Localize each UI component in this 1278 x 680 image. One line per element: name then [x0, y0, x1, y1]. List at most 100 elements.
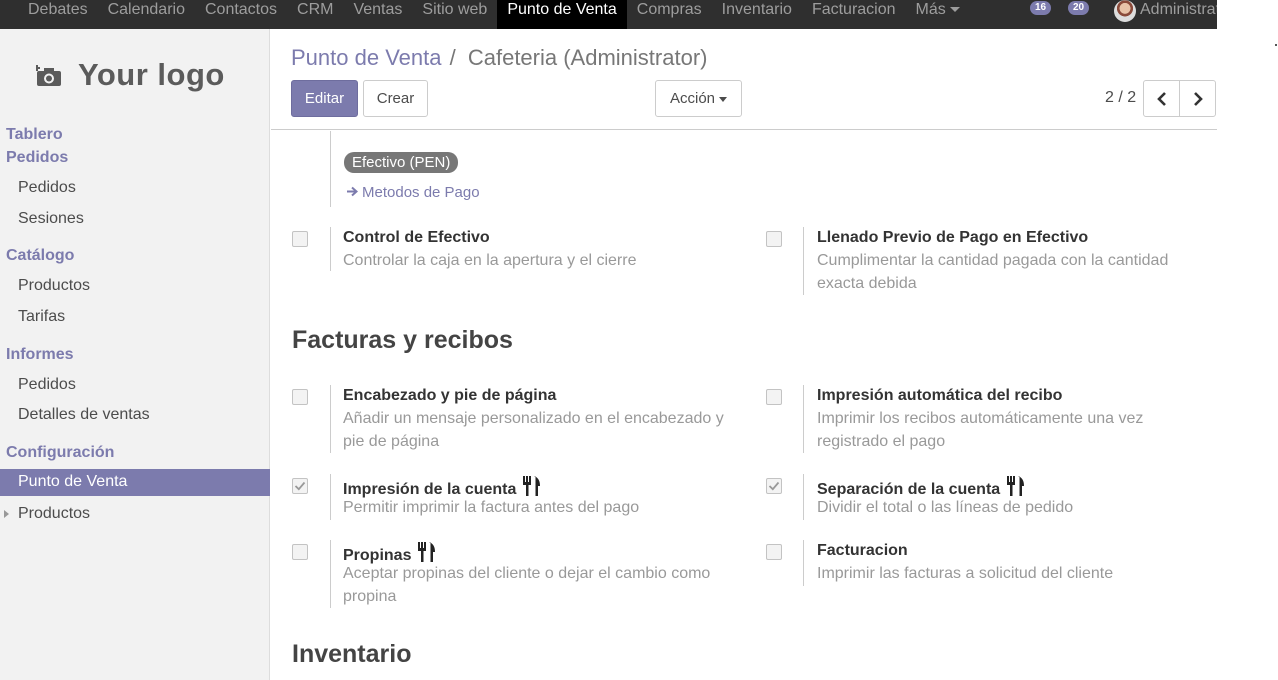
section-title-facturas: Facturas y recibos [292, 326, 513, 354]
cutlery-icon [418, 542, 436, 562]
chevron-left-icon [1157, 92, 1166, 106]
chevron-right-icon [1194, 92, 1203, 106]
checkbox-separacion-cuenta[interactable] [766, 478, 782, 494]
sidebar-heading-configuracion[interactable]: Configuración [6, 444, 114, 462]
option-desc-impresion-cuenta: Permitir imprimir la factura antes del p… [343, 499, 640, 516]
right-blank-area [1217, 0, 1278, 680]
option-desc-llenado-previo: Cumplimentar la cantidad pagada con la c… [817, 252, 1169, 292]
action-label: Acción [669, 90, 716, 107]
pager-next-button[interactable] [1179, 80, 1216, 117]
action-dropdown[interactable]: Acción [655, 80, 742, 117]
app-menu: Debates Calendario Contactos CRM Ventas … [18, 0, 970, 29]
option-title-control-efectivo: Control de Efectivo [343, 229, 490, 246]
logo-text: Your logo [78, 57, 225, 92]
chevron-down-icon [719, 96, 728, 102]
create-button[interactable]: Crear [363, 80, 428, 117]
pager-previous-button[interactable] [1143, 80, 1180, 117]
sidebar-item-pedidos[interactable]: Pedidos [18, 179, 76, 197]
divider [330, 540, 331, 608]
breadcrumb-current: Cafeteria (Administrator) [467, 45, 708, 70]
option-title-encabezado: Encabezado y pie de página [343, 387, 557, 404]
checkbox-control-efectivo[interactable] [292, 231, 308, 247]
checkbox-impresion-cuenta[interactable] [292, 478, 308, 494]
notifications-button[interactable]: 16 [1026, 0, 1056, 20]
divider [803, 540, 804, 586]
sidebar-heading-pedidos[interactable]: Pedidos [6, 149, 68, 167]
menu-calendario[interactable]: Calendario [98, 0, 195, 29]
menu-contactos[interactable]: Contactos [195, 0, 287, 29]
menu-mas[interactable]: Más [906, 0, 970, 29]
option-desc-propinas: Aceptar propinas del cliente o dejar el … [343, 565, 711, 605]
checkbox-impresion-automatica[interactable] [766, 389, 782, 405]
breadcrumb-separator: / [449, 45, 456, 70]
checkbox-llenado-previo[interactable] [766, 231, 782, 247]
company-logo[interactable]: Your logo [32, 55, 246, 109]
checkbox-encabezado[interactable] [292, 389, 308, 405]
top-navbar: Debates Calendario Contactos CRM Ventas … [0, 0, 1217, 29]
menu-punto-de-venta[interactable]: Punto de Venta [497, 0, 627, 29]
breadcrumb: Punto de Venta / Cafeteria (Administrato… [291, 45, 707, 71]
sidebar-item-tablero[interactable]: Tablero [6, 126, 63, 144]
divider [330, 474, 331, 520]
sidebar-item-informe-pedidos[interactable]: Pedidos [18, 376, 76, 394]
breadcrumb-parent[interactable]: Punto de Venta [291, 45, 441, 70]
messages-count: 20 [1068, 1, 1090, 15]
divider [803, 385, 804, 453]
notifications-count: 16 [1030, 1, 1052, 15]
messages-button[interactable]: 20 [1064, 0, 1094, 20]
checkmark-icon [294, 481, 306, 491]
payment-methods-link-label: Metodos de Pago [362, 184, 480, 201]
payment-method-tag: Efectivo (PEN) [344, 152, 459, 173]
arrow-right-icon [347, 186, 359, 197]
sidebar-item-config-productos[interactable]: Productos [18, 505, 90, 523]
stray-mark [1275, 44, 1277, 46]
option-title-facturacion: Facturacion [817, 542, 908, 559]
menu-inventario[interactable]: Inventario [712, 0, 802, 29]
menu-compras[interactable]: Compras [627, 0, 712, 29]
systray: 16 20 Administrator [1026, 0, 1217, 29]
camera-icon [36, 65, 61, 86]
chevron-down-icon [949, 7, 960, 13]
payment-methods-link[interactable]: Metodos de Pago [347, 184, 480, 201]
option-desc-facturacion: Imprimir las facturas a solicitud del cl… [817, 565, 1114, 582]
divider [330, 385, 331, 453]
menu-debates[interactable]: Debates [18, 0, 98, 29]
sidebar: Your logo Tablero Pedidos Pedidos Sesion… [0, 29, 270, 680]
menu-ventas[interactable]: Ventas [343, 0, 412, 29]
sidebar-item-sesiones[interactable]: Sesiones [18, 210, 84, 228]
menu-sitio-web[interactable]: Sitio web [412, 0, 497, 29]
menu-facturacion[interactable]: Facturacion [802, 0, 906, 29]
divider [803, 474, 804, 520]
option-title-impresion-automatica: Impresión automática del recibo [817, 387, 1063, 404]
menu-mas-label: Más [915, 1, 946, 18]
sidebar-item-detalles-ventas[interactable]: Detalles de ventas [18, 406, 150, 424]
divider [330, 227, 331, 271]
control-panel: Punto de Venta / Cafeteria (Administrato… [271, 29, 1217, 130]
divider [803, 227, 804, 295]
option-title-llenado-previo: Llenado Previo de Pago en Efectivo [817, 229, 1089, 246]
option-desc-encabezado: Añadir un mensaje personalizado en el en… [343, 410, 724, 450]
sidebar-item-label: Punto de Venta [18, 473, 128, 490]
form-content: Efectivo (PEN) Metodos de Pago Control d… [271, 131, 1217, 680]
checkmark-icon [768, 481, 780, 491]
edit-button[interactable]: Editar [291, 80, 358, 117]
avatar[interactable] [1114, 0, 1136, 22]
sidebar-heading-catalogo[interactable]: Catálogo [6, 247, 74, 265]
sidebar-heading-informes[interactable]: Informes [6, 346, 74, 364]
menu-crm[interactable]: CRM [287, 0, 343, 29]
pager-value[interactable]: 2 / 2 [1105, 89, 1136, 107]
option-desc-separacion-cuenta: Dividir el total o las líneas de pedido [817, 499, 1074, 516]
option-desc-impresion-automatica: Imprimir los recibos automáticamente una… [817, 410, 1144, 450]
option-desc-control-efectivo: Controlar la caja en la apertura y el ci… [343, 252, 637, 269]
cutlery-icon [1007, 476, 1025, 496]
sidebar-item-tarifas[interactable]: Tarifas [18, 308, 65, 326]
user-menu[interactable]: Administrator [1140, 0, 1217, 20]
divider [330, 131, 331, 207]
caret-right-icon [4, 510, 9, 518]
checkbox-facturacion[interactable] [766, 544, 782, 560]
section-title-inventario: Inventario [292, 640, 412, 668]
sidebar-item-punto-de-venta[interactable]: Punto de Venta [0, 469, 270, 496]
sidebar-item-productos[interactable]: Productos [18, 277, 90, 295]
cutlery-icon [523, 476, 541, 496]
checkbox-propinas[interactable] [292, 544, 308, 560]
